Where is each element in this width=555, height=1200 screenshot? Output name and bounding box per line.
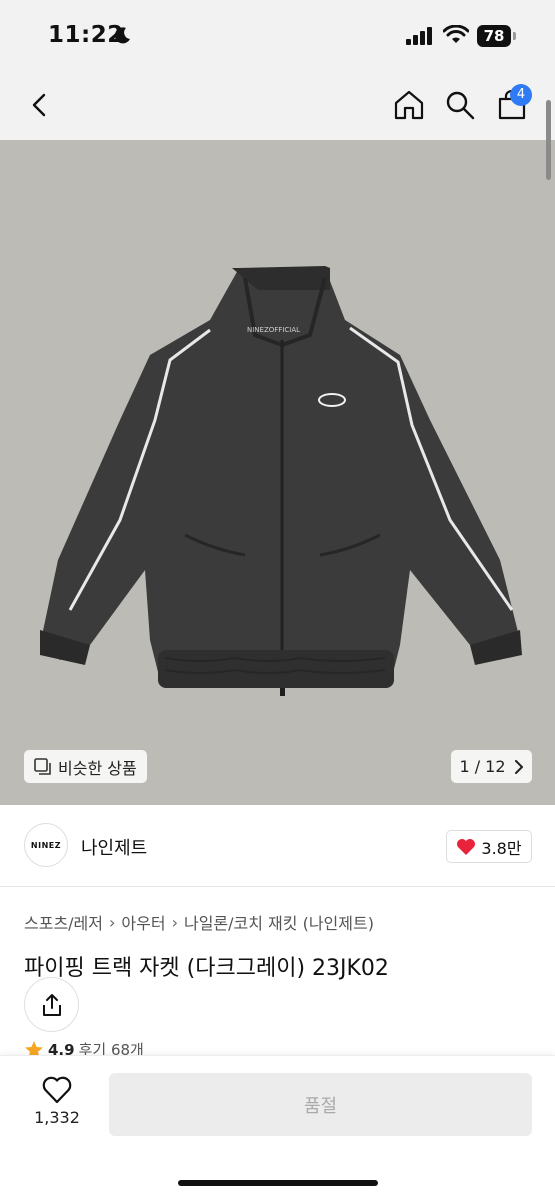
similar-products-label: 비슷한 상품 <box>58 758 137 778</box>
brand-name-link[interactable]: 나인제트 <box>81 834 147 860</box>
product-jacket-image: NINEZOFFICIAL <box>40 266 522 696</box>
sold-out-button[interactable]: 품절 <box>109 1073 532 1136</box>
chevron-right-icon <box>514 759 523 774</box>
share-button[interactable] <box>24 977 79 1032</box>
bottom-action-bar: 1,332 품절 <box>0 1055 555 1200</box>
jacket-collar-print: NINEZOFFICIAL <box>247 326 300 334</box>
brand-row: NINEZ 나인제트 3.8만 <box>0 805 555 887</box>
product-title: 파이핑 트랙 자켓 (다크그레이) 23JK02 <box>24 956 389 981</box>
cart-count-badge: 4 <box>510 84 532 106</box>
breadcrumb-item[interactable]: 아우터 <box>121 910 165 934</box>
brand-like-button[interactable]: 3.8만 <box>446 830 532 863</box>
nav-bar <box>0 70 555 140</box>
home-button[interactable] <box>389 85 429 125</box>
brand-logo-text: NINEZ <box>30 840 62 850</box>
wifi-icon <box>443 25 469 43</box>
moon-icon <box>114 27 130 44</box>
share-icon <box>42 993 61 1016</box>
product-image-carousel[interactable]: NINEZOFFICIAL 비슷한 상품 1 / 12 <box>0 140 555 805</box>
sold-out-label: 품절 <box>303 1095 338 1117</box>
battery-cap <box>513 32 516 40</box>
wishlist-count: 1,332 <box>34 1108 80 1127</box>
search-button[interactable] <box>440 85 480 125</box>
heart-filled-icon <box>457 838 476 855</box>
status-time: 11:22 <box>48 22 124 48</box>
battery-indicator: 78 <box>477 25 511 47</box>
page-scrollbar[interactable] <box>546 100 551 180</box>
similar-products-button[interactable]: 비슷한 상품 <box>24 750 147 783</box>
image-pager[interactable]: 1 / 12 <box>451 750 532 783</box>
heart-outline-icon <box>42 1076 72 1104</box>
breadcrumb-separator-icon: › <box>109 912 116 932</box>
back-button[interactable] <box>20 85 60 125</box>
wishlist-button[interactable]: 1,332 <box>25 1076 89 1136</box>
image-pager-label: 1 / 12 <box>459 757 506 776</box>
breadcrumb: 스포츠/레저 › 아우터 › 나일론/코치 재킷 (나인제트) <box>24 910 374 934</box>
search-icon <box>446 91 475 120</box>
chevron-left-icon <box>32 93 46 117</box>
breadcrumb-separator-icon: › <box>171 912 178 932</box>
home-icon <box>394 90 424 120</box>
signal-icon <box>406 27 432 45</box>
breadcrumb-item[interactable]: 스포츠/레저 <box>24 910 103 934</box>
copy-icon <box>34 757 51 775</box>
brand-logo[interactable]: NINEZ <box>24 823 68 867</box>
status-bar: 11:22 78 <box>0 0 555 70</box>
brand-like-count: 3.8만 <box>481 838 522 858</box>
home-indicator[interactable] <box>178 1180 378 1186</box>
breadcrumb-item[interactable]: 나일론/코치 재킷 (나인제트) <box>184 910 374 934</box>
